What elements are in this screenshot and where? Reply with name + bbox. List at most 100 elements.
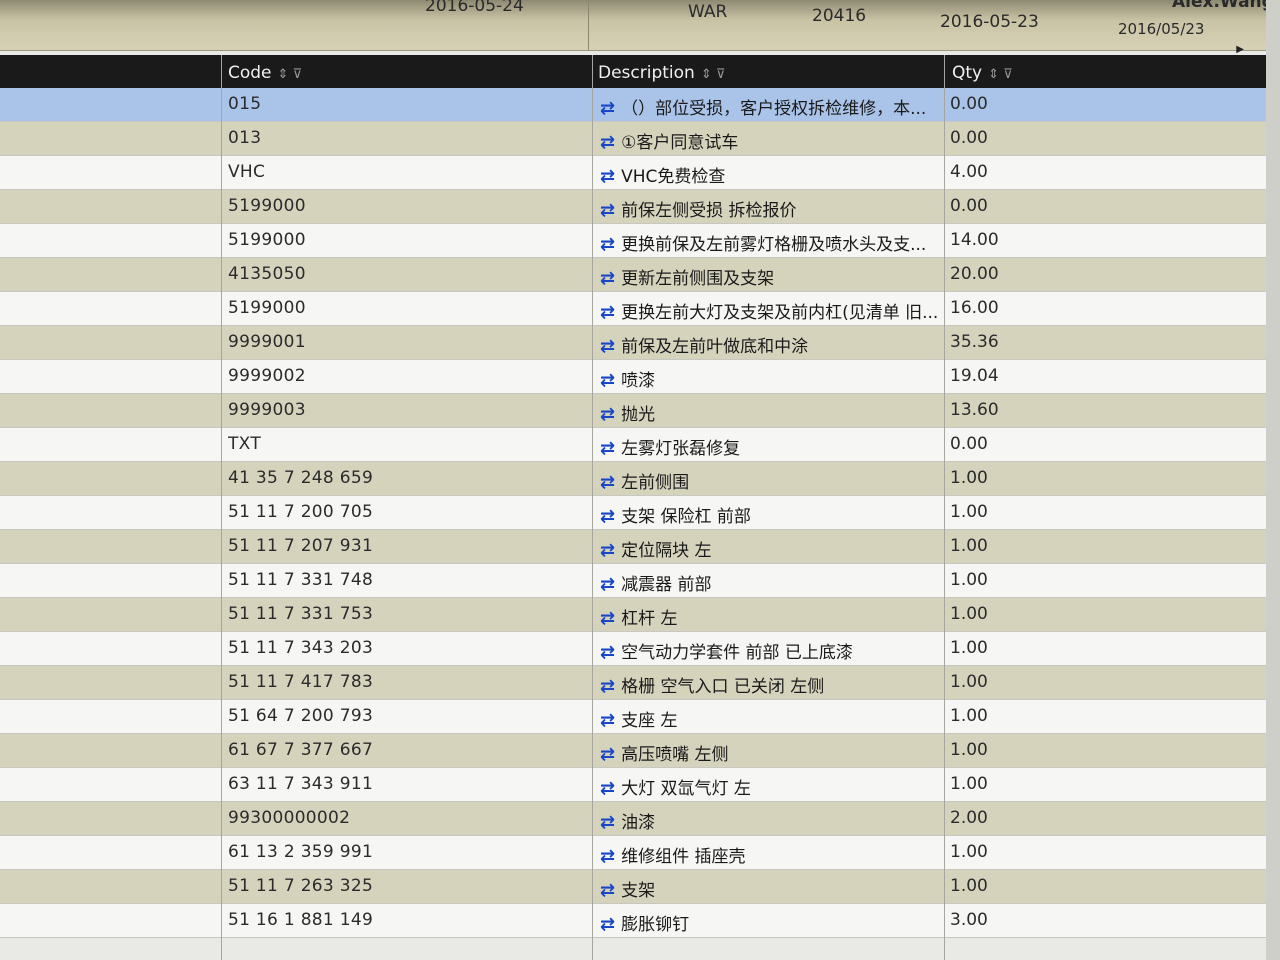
swap-arrows-icon[interactable]: ⇄: [600, 268, 615, 289]
swap-arrows-icon[interactable]: ⇄: [600, 880, 615, 901]
swap-arrows-icon[interactable]: ⇄: [600, 710, 615, 731]
qty-cell: 1.00: [950, 774, 988, 794]
prev-number: 20416: [812, 6, 867, 26]
sort-icon[interactable]: ⇕ ⊽: [701, 67, 726, 82]
column-header-description[interactable]: Description ⇕ ⊽: [598, 63, 725, 83]
table-row[interactable]: VHC ⇄ VHC免费检查 4.00: [0, 156, 1266, 190]
table-row[interactable]: 9999002 ⇄ 喷漆 19.04: [0, 360, 1266, 394]
table-row[interactable]: 015 ⇄ （）部位受损，客户授权拆检维修，本... 0.00: [0, 88, 1266, 122]
code-header-label: Code: [228, 63, 272, 83]
description-text: 左雾灯张磊修复: [621, 439, 741, 459]
swap-arrows-icon[interactable]: ⇄: [600, 506, 615, 527]
code-cell: TXT: [228, 434, 262, 454]
table-row[interactable]: 99300000002 ⇄ 油漆 2.00: [0, 802, 1266, 836]
description-cell: ⇄ 更换左前大灯及支架及前内杠(见清单 旧...: [600, 298, 940, 323]
swap-arrows-icon[interactable]: ⇄: [600, 336, 615, 357]
swap-arrows-icon[interactable]: ⇄: [600, 676, 615, 697]
table-row[interactable]: 5199000 ⇄ 前保左侧受损 拆检报价 0.00: [0, 190, 1266, 224]
swap-arrows-icon[interactable]: ⇄: [600, 472, 615, 493]
swap-arrows-icon[interactable]: ⇄: [600, 234, 615, 255]
table-row[interactable]: 51 11 7 417 783 ⇄ 格栅 空气入口 已关闭 左侧 1.00: [0, 666, 1266, 700]
code-cell: 61 67 7 377 667: [228, 740, 374, 760]
swap-arrows-icon[interactable]: ⇄: [600, 166, 615, 187]
qty-cell: 0.00: [950, 434, 988, 454]
qty-cell: 1.00: [950, 842, 988, 862]
column-divider: [944, 55, 945, 960]
prev-user: Alex.Wang: [1172, 0, 1274, 12]
table-row[interactable]: 4135050 ⇄ 更新左前侧围及支架 20.00: [0, 258, 1266, 292]
table-row[interactable]: 51 11 7 200 705 ⇄ 支架 保险杠 前部 1.00: [0, 496, 1266, 530]
description-cell: ⇄ 支架 保险杠 前部: [600, 502, 940, 527]
description-text: 喷漆: [621, 371, 656, 391]
swap-arrows-icon[interactable]: ⇄: [600, 642, 615, 663]
table-row[interactable]: 51 11 7 343 203 ⇄ 空气动力学套件 前部 已上底漆 1.00: [0, 632, 1266, 666]
table-row[interactable]: 5199000 ⇄ 更换前保及左前雾灯格栅及喷水头及支... 14.00: [0, 224, 1266, 258]
column-header-qty[interactable]: Qty ⇕ ⊽: [952, 63, 1013, 83]
swap-arrows-icon[interactable]: ⇄: [600, 914, 615, 935]
description-text: 左前侧围: [621, 473, 690, 493]
table-row[interactable]: 61 13 2 359 991 ⇄ 维修组件 插座壳 1.00: [0, 836, 1266, 870]
table-row[interactable]: 51 64 7 200 793 ⇄ 支座 左 1.00: [0, 700, 1266, 734]
description-text: 维修组件 插座壳: [621, 847, 746, 867]
description-text: 定位隔块 左: [621, 541, 712, 561]
scroll-right-icon[interactable]: ▶: [1236, 44, 1244, 55]
table-row[interactable]: 51 11 7 263 325 ⇄ 支架 1.00: [0, 870, 1266, 904]
swap-arrows-icon[interactable]: ⇄: [600, 574, 615, 595]
code-cell: 5199000: [228, 196, 306, 216]
swap-arrows-icon[interactable]: ⇄: [600, 302, 615, 323]
table-row[interactable]: 61 67 7 377 667 ⇄ 高压喷嘴 左侧 1.00: [0, 734, 1266, 768]
table-row[interactable]: 51 11 7 331 748 ⇄ 减震器 前部 1.00: [0, 564, 1266, 598]
description-cell: ⇄ VHC免费检查: [600, 162, 940, 187]
sort-icon[interactable]: ⇕ ⊽: [988, 67, 1013, 82]
table-row[interactable]: 9999003 ⇄ 抛光 13.60: [0, 394, 1266, 428]
qty-cell: 13.60: [950, 400, 999, 420]
code-cell: 51 16 1 881 149: [228, 910, 374, 930]
column-divider: [221, 55, 222, 960]
qty-cell: 1.00: [950, 706, 988, 726]
swap-arrows-icon[interactable]: ⇄: [600, 812, 615, 833]
table-row[interactable]: 41 35 7 248 659 ⇄ 左前侧围 1.00: [0, 462, 1266, 496]
description-cell: ⇄ 减震器 前部: [600, 570, 940, 595]
table-row[interactable]: 63 11 7 343 911 ⇄ 大灯 双氙气灯 左 1.00: [0, 768, 1266, 802]
swap-arrows-icon[interactable]: ⇄: [600, 132, 615, 153]
description-text: 抛光: [621, 405, 656, 425]
table-row[interactable]: 51 11 7 331 753 ⇄ 杠杆 左 1.00: [0, 598, 1266, 632]
code-cell: 013: [228, 128, 262, 148]
code-cell: 51 11 7 207 931: [228, 536, 374, 556]
code-cell: 51 11 7 343 203: [228, 638, 374, 658]
swap-arrows-icon[interactable]: ⇄: [600, 744, 615, 765]
swap-arrows-icon[interactable]: ⇄: [600, 200, 615, 221]
description-text: 大灯 双氙气灯 左: [621, 779, 751, 799]
description-cell: ⇄ 高压喷嘴 左侧: [600, 740, 940, 765]
swap-arrows-icon[interactable]: ⇄: [600, 98, 615, 119]
description-cell: ⇄ 抛光: [600, 400, 940, 425]
window-edge: [1266, 0, 1280, 960]
description-text: 油漆: [621, 813, 656, 833]
code-cell: 4135050: [228, 264, 306, 284]
swap-arrows-icon[interactable]: ⇄: [600, 608, 615, 629]
swap-arrows-icon[interactable]: ⇄: [600, 404, 615, 425]
code-cell: 51 11 7 200 705: [228, 502, 374, 522]
table-row[interactable]: TXT ⇄ 左雾灯张磊修复 0.00: [0, 428, 1266, 462]
swap-arrows-icon[interactable]: ⇄: [600, 778, 615, 799]
table-row[interactable]: 013 ⇄ ①客户同意试车 0.00: [0, 122, 1266, 156]
swap-arrows-icon[interactable]: ⇄: [600, 540, 615, 561]
table-row[interactable]: 51 16 1 881 149 ⇄ 膨胀铆钉 3.00: [0, 904, 1266, 938]
description-text: 减震器 前部: [621, 575, 712, 595]
table-row[interactable]: 9999001 ⇄ 前保及左前叶做底和中涂 35.36: [0, 326, 1266, 360]
previous-row-strip: 2016-05-24 WAR 20416 2016-05-23 2016/05/…: [0, 0, 1280, 55]
table-row[interactable]: 5199000 ⇄ 更换左前大灯及支架及前内杠(见清单 旧... 16.00: [0, 292, 1266, 326]
qty-cell: 1.00: [950, 672, 988, 692]
description-cell: ⇄ 维修组件 插座壳: [600, 842, 940, 867]
description-cell: ⇄ 左前侧围: [600, 468, 940, 493]
column-header-code[interactable]: Code ⇕ ⊽: [228, 63, 302, 83]
qty-cell: 2.00: [950, 808, 988, 828]
sort-icon[interactable]: ⇕ ⊽: [278, 67, 303, 82]
table-row[interactable]: 51 11 7 207 931 ⇄ 定位隔块 左 1.00: [0, 530, 1266, 564]
description-text: 空气动力学套件 前部 已上底漆: [621, 643, 853, 663]
swap-arrows-icon[interactable]: ⇄: [600, 370, 615, 391]
swap-arrows-icon[interactable]: ⇄: [600, 846, 615, 867]
description-text: 支架: [621, 881, 656, 901]
qty-cell: 14.00: [950, 230, 999, 250]
swap-arrows-icon[interactable]: ⇄: [600, 438, 615, 459]
